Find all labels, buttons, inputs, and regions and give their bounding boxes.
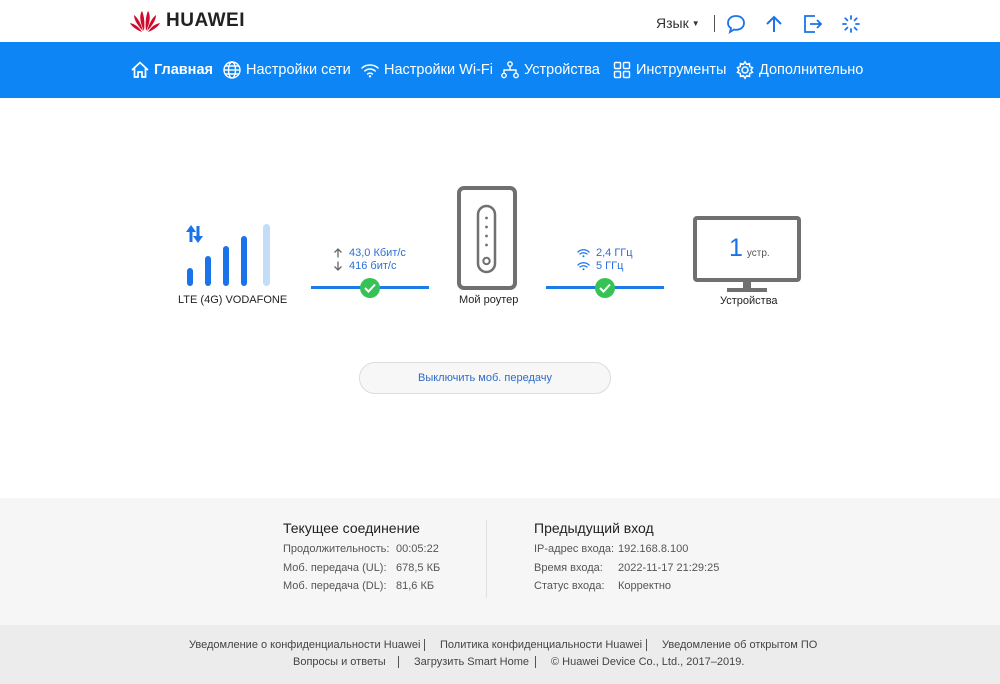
arrow-down-icon [334,261,342,271]
devices-icon [501,61,519,79]
smart-home-link[interactable]: Загрузить Smart Home [414,656,529,668]
divider [486,520,487,598]
download-rate-value: 416 бит/с [349,260,397,272]
language-label: Язык [656,15,689,31]
upload-total-value: 678,5 КБ [396,562,441,574]
disable-mobile-data-button[interactable]: Выключить моб. передачу [359,362,611,394]
device-count: 1 устр. [729,234,770,263]
huawei-logo: HUAWEI [130,9,245,33]
wifi-band-5: 5 ГГц [577,260,623,272]
nav-tools[interactable]: Инструменты [612,42,726,98]
router-icon[interactable] [457,186,517,290]
duration-value: 00:05:22 [396,543,439,555]
divider [646,639,647,651]
info-panel [0,498,1000,625]
huawei-flower-icon [130,11,160,32]
login-ip-key: IP-адрес входа: [534,543,615,555]
nav-wifi-settings-label: Настройки Wi-Fi [384,62,493,78]
router-label: Мой роутер [459,294,519,306]
language-selector[interactable]: Язык ▼ [656,15,700,31]
arrow-up-icon [334,248,342,258]
chat-icon[interactable] [725,13,747,35]
login-ip-value: 192.168.8.100 [618,543,689,555]
download-total-key: Моб. передача (DL): [283,580,387,592]
divider [424,639,425,651]
wan-status-ok-icon [360,278,380,298]
upload-rate: 43,0 Кбит/с [333,247,406,259]
login-time-value: 2022-11-17 21:29:25 [618,562,720,574]
signal-strength-icon [186,224,270,286]
privacy-policy-link[interactable]: Политика конфиденциальности Huawei [440,639,642,651]
footer [0,625,1000,684]
upload-rate-value: 43,0 Кбит/с [349,247,406,259]
faq-link[interactable]: Вопросы и ответы [293,656,386,668]
nav-network-settings[interactable]: Настройки сети [222,42,351,98]
wifi-icon [577,249,590,258]
loading-icon[interactable] [840,13,862,35]
main-nav: Главная Настройки сети Настройки Wi-Fi У… [0,42,1000,98]
network-label: LTE (4G) VODAFONE [178,294,288,306]
wifi-band-24-label: 2,4 ГГц [596,247,633,259]
download-total-value: 81,6 КБ [396,580,435,592]
wifi-icon [361,64,379,78]
previous-login-title: Предыдущий вход [534,520,654,536]
devices-label: Устройства [720,295,778,307]
duration-key: Продолжительность: [283,543,390,555]
nav-home[interactable]: Главная [130,42,213,98]
wifi-band-5-label: 5 ГГц [596,260,624,272]
globe-icon [223,61,241,79]
wifi-band-24: 2,4 ГГц [577,247,633,259]
nav-network-settings-label: Настройки сети [246,62,351,78]
lan-status-ok-icon [595,278,615,298]
divider [714,15,715,32]
nav-advanced-label: Дополнительно [759,62,864,78]
upload-icon[interactable] [763,13,785,35]
logout-icon[interactable] [802,13,824,35]
login-time-key: Время входа: [534,562,603,574]
caret-down-icon: ▼ [691,19,700,28]
nav-home-label: Главная [154,62,213,78]
current-connection-title: Текущее соединение [283,520,420,536]
login-status-key: Статус входа: [534,580,605,592]
divider [535,656,536,668]
nav-devices[interactable]: Устройства [500,42,600,98]
nav-devices-label: Устройства [524,62,600,78]
wifi-icon [577,262,590,271]
download-rate: 416 бит/с [333,260,396,272]
divider [398,656,399,668]
device-count-unit: устр. [746,248,770,259]
devices-monitor[interactable]: 1 устр. [693,216,801,296]
device-count-value: 1 [729,234,743,262]
gear-icon [736,60,754,80]
nav-advanced[interactable]: Дополнительно [735,42,863,98]
tools-icon [613,61,631,79]
home-icon [131,61,149,78]
top-bar: HUAWEI Язык ▼ [0,0,1000,42]
copyright-text: © Huawei Device Co., Ltd., 2017–2019. [551,656,745,668]
upload-total-key: Моб. передача (UL): [283,562,387,574]
brand-name: HUAWEI [166,10,245,31]
nav-tools-label: Инструменты [636,62,727,78]
privacy-notice-link[interactable]: Уведомление о конфиденциальности Huawei [189,639,420,651]
open-source-notice-link[interactable]: Уведомление об открытом ПО [662,639,817,651]
nav-wifi-settings[interactable]: Настройки Wi-Fi [360,42,493,98]
login-status-value: Корректно [618,580,672,592]
